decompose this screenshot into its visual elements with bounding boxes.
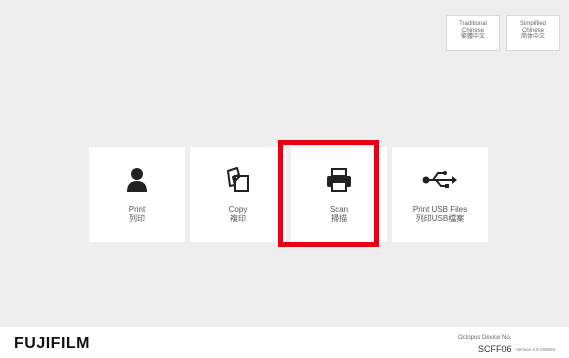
print-tile[interactable]: Print 列印 (89, 147, 185, 242)
fujifilm-logo: FUJIFILM (14, 335, 90, 352)
traditional-chinese-button[interactable]: Traditional Chinese 繁體中文 (446, 15, 500, 51)
copy-tile[interactable]: Copy 複印 (190, 147, 286, 242)
lang-label-zh: 简体中文 (520, 34, 545, 40)
scan-highlight-box (278, 140, 379, 247)
footer-bar: FUJIFILM Octopus Device No. SCFF06 Versi… (0, 327, 569, 358)
copy-icon (190, 167, 286, 193)
lang-label-zh: 繁體中文 (460, 34, 485, 40)
tile-title: Copy (228, 205, 248, 214)
tile-title: Print USB Files (412, 205, 468, 214)
usb-icon (392, 167, 488, 193)
usb-files-tile[interactable]: Print USB Files 列印USB檔案 (392, 147, 488, 242)
device-number-label: Octopus Device No. (458, 335, 512, 341)
tile-title: Print (128, 205, 146, 214)
simplified-chinese-button[interactable]: Simplified Chinese 简体中文 (506, 15, 560, 51)
person-icon (89, 167, 185, 193)
device-id: SCFF06 (478, 344, 512, 354)
version-text: Version 4.0-255503 (516, 347, 556, 352)
tile-subtitle: 列印 (129, 214, 145, 223)
tile-subtitle: 複印 (230, 214, 246, 223)
tile-subtitle: 列印USB檔案 (415, 214, 465, 223)
